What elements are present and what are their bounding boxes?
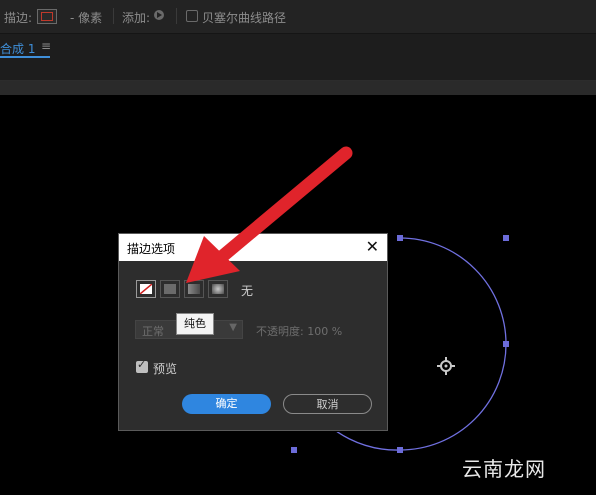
annotation-arrow-icon (186, 146, 353, 283)
watermark: 云南龙网 (462, 457, 546, 481)
